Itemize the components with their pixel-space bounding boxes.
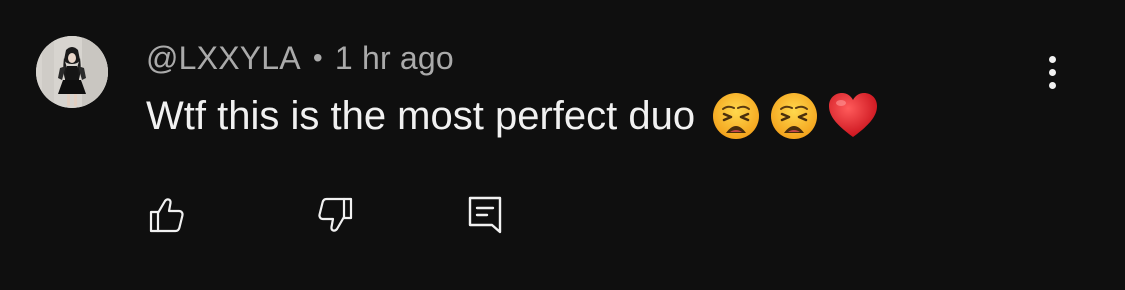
comment-item: @LXXYLA • 1 hr ago Wtf this is the most …	[0, 0, 1125, 290]
like-button[interactable]	[142, 190, 192, 240]
comment-timestamp[interactable]: 1 hr ago	[335, 40, 454, 77]
meta-separator: •	[312, 42, 323, 73]
weary-face-icon	[771, 93, 818, 139]
avatar[interactable]	[36, 36, 108, 108]
red-heart-icon	[829, 93, 878, 137]
comment-reply-icon	[468, 196, 502, 234]
thumb-up-icon	[149, 198, 184, 233]
avatar-image	[36, 36, 108, 108]
weary-face-icon	[713, 93, 760, 139]
more-vertical-icon	[1048, 55, 1056, 63]
comment-text: Wtf this is the most perfect duo	[146, 90, 879, 142]
comment-header: @LXXYLA • 1 hr ago	[146, 38, 454, 78]
more-options-button[interactable]	[1030, 48, 1074, 96]
comment-body: Wtf this is the most perfect duo	[146, 93, 696, 138]
emoji-group	[711, 91, 879, 141]
thumb-down-icon	[318, 197, 353, 232]
author-name[interactable]: @LXXYLA	[146, 40, 301, 77]
reply-button[interactable]	[460, 190, 510, 240]
dislike-button[interactable]	[310, 190, 360, 240]
